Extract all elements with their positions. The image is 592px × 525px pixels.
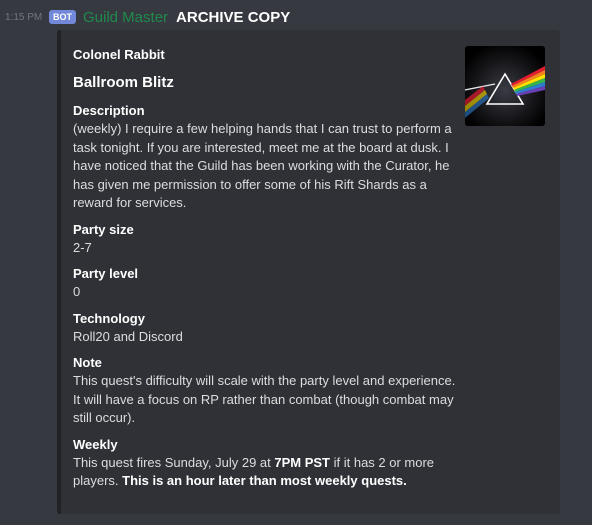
- weekly-text-pre: This quest fires Sunday, July 29 at: [73, 454, 275, 470]
- field-name: Note: [73, 355, 102, 370]
- weekly-emphasis: This is an hour later than most weekly q…: [122, 473, 407, 488]
- prism-album-art-icon: [465, 46, 545, 126]
- field-note: Note This quest's difficulty will scale …: [73, 354, 458, 428]
- field-name: Description: [73, 103, 145, 118]
- embed-title: Ballroom Blitz: [73, 74, 174, 91]
- field-value: 2-7: [73, 239, 92, 255]
- field-name: Party level: [73, 266, 139, 281]
- field-value: 0: [73, 284, 81, 299]
- field-value: This quest's difficulty will scale with …: [73, 373, 456, 425]
- field-name: Technology: [73, 310, 145, 326]
- field-party-level: Party level 0: [73, 265, 458, 302]
- message-timestamp: 1:15 PM: [5, 11, 43, 23]
- bot-badge: BOT: [49, 10, 76, 24]
- field-name: Party size: [73, 221, 134, 237]
- embed-thumbnail[interactable]: [465, 46, 545, 126]
- embed-body: Colonel Rabbit Ballroom Blitz Descriptio…: [73, 47, 458, 499]
- field-description: Description (weekly) I require a few hel…: [73, 102, 458, 213]
- field-weekly: Weekly This quest fires Sunday, July 29 …: [73, 436, 458, 491]
- username[interactable]: Guild Master: [83, 9, 168, 26]
- message-content: ARCHIVE COPY: [176, 8, 291, 26]
- field-value: This quest fires Sunday, July 29 at 7PM …: [73, 454, 458, 491]
- message-header: 1:15 PM BOT Guild Master ARCHIVE COPY: [0, 6, 290, 28]
- field-value: Roll20 and Discord: [73, 328, 183, 344]
- field-name: Weekly: [73, 436, 118, 452]
- embed-author: Colonel Rabbit: [73, 47, 165, 62]
- field-value: (weekly) I require a few helping hands t…: [73, 121, 452, 210]
- field-technology: Technology Roll20 and Discord: [73, 310, 458, 347]
- quest-embed: Colonel Rabbit Ballroom Blitz Descriptio…: [57, 30, 560, 514]
- chat-message: 1:15 PM BOT Guild Master ARCHIVE COPY Co…: [0, 0, 592, 525]
- field-party-size: Party size 2-7: [73, 221, 458, 258]
- weekly-time: 7PM PST: [274, 454, 330, 470]
